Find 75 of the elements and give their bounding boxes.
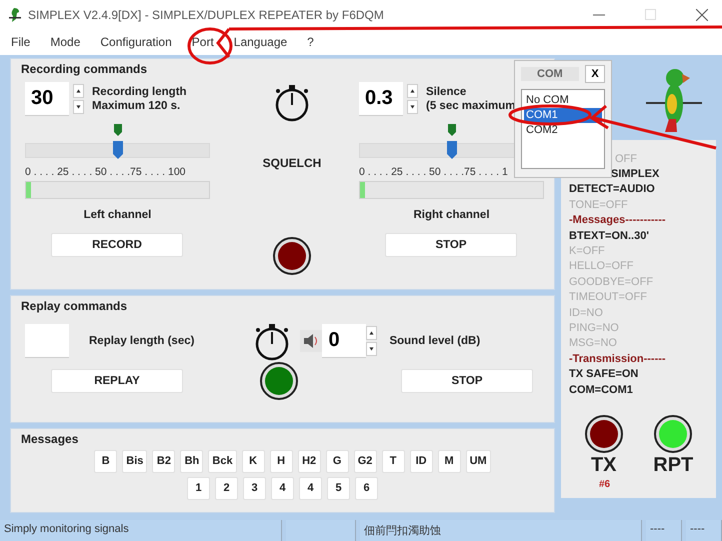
squelch-label: SQUELCH	[262, 156, 322, 170]
field-label: Silence	[426, 86, 468, 98]
status-line: HELLO=OFF	[569, 259, 634, 274]
status-line: PING=NO	[569, 320, 620, 336]
channel-button[interactable]: RECORD	[51, 232, 183, 256]
value-spinbox[interactable]: 0.3	[359, 82, 403, 116]
close-button[interactable]: X	[585, 65, 605, 83]
channel-label: Right channel	[412, 208, 491, 220]
message-button[interactable]: 3	[243, 476, 266, 500]
message-button[interactable]: B	[94, 450, 118, 472]
channel-label: Left channel	[82, 208, 152, 220]
status-line: -Messages-----------	[569, 213, 667, 228]
channel-button[interactable]: STOP	[385, 232, 517, 256]
scale-labels: 0 . . . . 25 . . . . 50 . . . .75 . . . . 100	[25, 166, 186, 178]
status-line: SIMPLEX	[610, 166, 660, 182]
indicator-label: RPT	[653, 454, 694, 477]
menu-item[interactable]: Configuration	[93, 34, 179, 49]
status-line: BTEXT=ON..30'	[569, 228, 650, 244]
status-line: DETECT=AUDIO	[569, 182, 656, 198]
message-button[interactable]: 1	[187, 476, 210, 500]
status-bar-cell: ----	[646, 520, 682, 541]
dialog-title: COM	[521, 67, 579, 81]
status-line: OFF	[614, 152, 638, 166]
com-list-item[interactable]: No COM	[524, 93, 602, 108]
com-list-item[interactable]: COM2	[524, 123, 602, 138]
status-bar-cell: Simply monitoring signals	[0, 520, 282, 541]
field-label: Maximum 120 s.	[92, 100, 182, 112]
indicator-label: TX	[590, 454, 617, 477]
message-button[interactable]: K	[242, 450, 265, 472]
status-line: TONE=OFF	[569, 198, 629, 213]
message-button[interactable]: 4	[299, 476, 322, 500]
field-label: (5 sec maximum	[426, 100, 516, 112]
status-bar-cell: ----	[686, 520, 722, 541]
message-button[interactable]: G2	[354, 450, 377, 472]
panel-title: Messages	[21, 432, 80, 446]
menu-item[interactable]: File	[4, 34, 38, 49]
menu-item[interactable]: Language	[226, 34, 294, 49]
status-line: -Transmission------	[569, 352, 667, 367]
message-button[interactable]: Bh	[180, 450, 204, 472]
status-line: GOODBYE=OFF	[569, 274, 654, 290]
scale-labels: 0 . . . . 25 . . . . 50 . . . .75 . . . . 1	[359, 166, 509, 178]
message-button[interactable]: 6	[355, 476, 378, 500]
message-button[interactable]: ID	[410, 450, 433, 472]
status-line: TIMEOUT=OFF	[569, 290, 648, 306]
replay-button[interactable]: REPLAY	[51, 368, 183, 392]
sound-level-spinbox[interactable]: 0	[322, 324, 366, 358]
menu-item[interactable]: Port	[184, 34, 221, 49]
message-button[interactable]: Bis	[122, 450, 148, 472]
message-button[interactable]: M	[438, 450, 461, 472]
message-button[interactable]: UM	[466, 450, 491, 472]
message-button[interactable]: 4	[271, 476, 294, 500]
field-label: Recording length	[92, 86, 187, 98]
message-button[interactable]: G	[326, 450, 349, 472]
message-button[interactable]: 5	[327, 476, 350, 500]
status-line: TX SAFE=ON	[569, 367, 640, 382]
message-button[interactable]: H2	[298, 450, 321, 472]
message-button[interactable]: B2	[152, 450, 176, 472]
status-line: K=OFF	[569, 244, 606, 259]
menu-item[interactable]: ?	[300, 34, 321, 49]
status-line: MSG=NO	[569, 336, 618, 352]
message-button[interactable]: T	[382, 450, 405, 472]
counter-text: #6	[599, 479, 612, 490]
stop-button[interactable]: STOP	[401, 368, 533, 392]
menu-item[interactable]: Mode	[43, 34, 88, 49]
panel-title: Replay commands	[21, 298, 128, 312]
value-spinbox[interactable]: 30	[25, 82, 69, 116]
message-button[interactable]: Bck	[208, 450, 237, 472]
window-title: SIMPLEX V2.4.9[DX] - SIMPLEX/DUPLEX REPEATER by F6DQM	[28, 8, 385, 22]
status-line: ID=NO	[569, 306, 604, 321]
status-line: COM=COM1	[569, 382, 634, 398]
field-label: Replay length (sec)	[89, 334, 194, 346]
status-bar-cell: 佃前閂扣濁助蚀	[360, 520, 642, 541]
field-label: Sound level (dB)	[389, 334, 480, 346]
message-button[interactable]: 2	[215, 476, 238, 500]
message-button[interactable]: H	[270, 450, 293, 472]
